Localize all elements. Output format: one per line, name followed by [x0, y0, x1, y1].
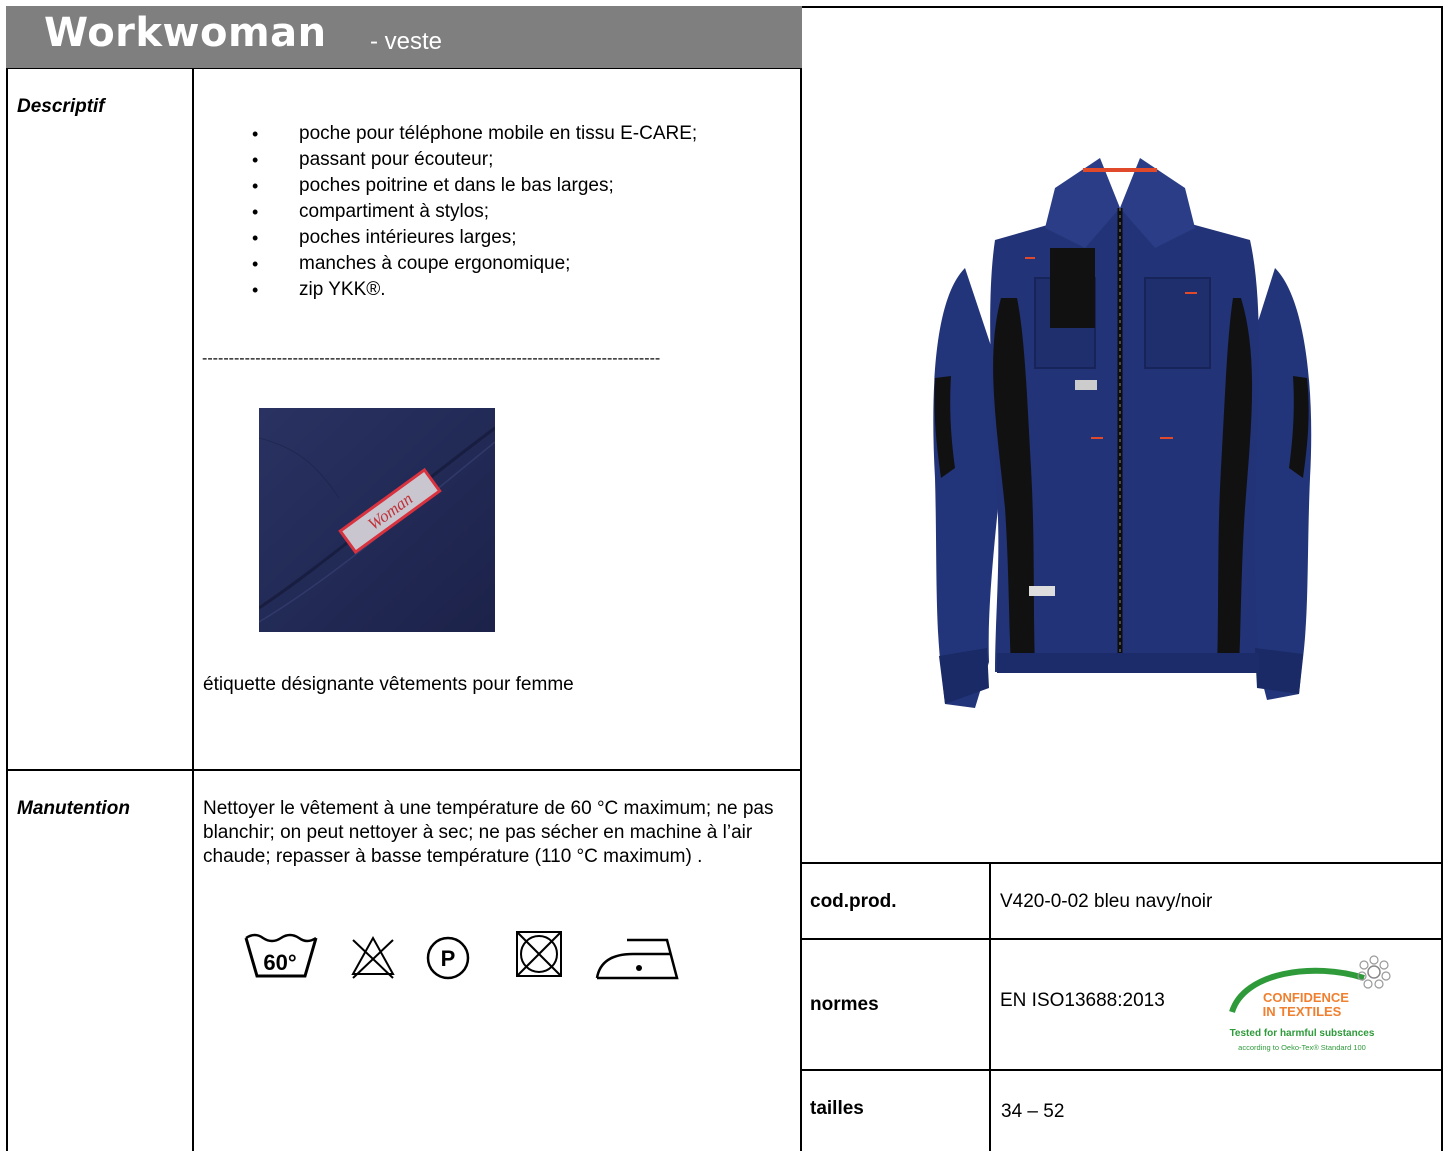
- oeko-line2: IN TEXTILES: [1263, 1004, 1342, 1019]
- page-subtitle: - veste: [370, 28, 443, 55]
- sizes-value: 34 – 52: [1001, 1101, 1065, 1122]
- care-instructions: Nettoyer le vêtement à une température d…: [203, 798, 774, 867]
- no-tumble-dry-icon: [516, 931, 562, 977]
- feature-item: poche pour téléphone mobile en tissu E-C…: [252, 121, 697, 147]
- product-code-label: cod.prod.: [810, 891, 897, 912]
- care-symbols: 60° P: [243, 928, 683, 984]
- oeko-line1: CONFIDENCE: [1263, 990, 1349, 1005]
- page-title: Workwoman: [44, 10, 327, 56]
- oeko-line3: Tested for harmful substances: [1230, 1028, 1375, 1039]
- description-label: Descriptif: [17, 96, 105, 117]
- oeko-tex-logo: CONFIDENCE IN TEXTILES Tested for harmfu…: [1214, 952, 1408, 1063]
- feature-item: compartiment à stylos;: [252, 199, 697, 225]
- table-border-right: [1441, 6, 1443, 1151]
- table-border-left: [6, 6, 8, 1151]
- dryclean-letter: P: [441, 946, 456, 971]
- spec-divider-3: [800, 1069, 1443, 1071]
- feature-item: manches à coupe ergonomique;: [252, 251, 697, 277]
- dashed-separator: ----------------------------------------…: [202, 350, 661, 367]
- oeko-line4: according to Oeko-Tex® Standard 100: [1238, 1043, 1366, 1052]
- norms-label: normes: [810, 994, 879, 1015]
- woman-label-illustration: Woman: [259, 408, 495, 632]
- row-divider-care: [6, 769, 802, 771]
- wash-temp-text: 60°: [263, 950, 296, 975]
- norms-value: EN ISO13688:2013: [1000, 990, 1165, 1011]
- sizes-label: tailles: [810, 1098, 864, 1119]
- spec-column-divider: [989, 862, 991, 1151]
- feature-item: poches poitrine et dans le bas larges;: [252, 173, 697, 199]
- product-code-value: V420-0-02 bleu navy/noir: [1000, 891, 1213, 912]
- spec-divider-top: [800, 862, 1443, 864]
- feature-item: passant pour écouteur;: [252, 147, 697, 173]
- jacket-illustration: [933, 158, 1312, 708]
- jacket-photo: [905, 148, 1335, 738]
- feature-item: poches intérieures larges;: [252, 225, 697, 251]
- spec-divider-2: [800, 938, 1443, 940]
- label-caption: étiquette désignante vêtements pour femm…: [203, 674, 574, 695]
- column-divider-middle: [800, 6, 802, 1151]
- care-label: Manutention: [17, 798, 130, 819]
- no-bleach-icon: [351, 935, 395, 979]
- woman-label-photo: Woman: [259, 408, 495, 632]
- feature-item: zip YKK®.: [252, 277, 697, 303]
- dry-clean-p-icon: P: [426, 936, 470, 980]
- feature-list: poche pour téléphone mobile en tissu E-C…: [252, 121, 697, 303]
- column-divider-left: [192, 67, 194, 1151]
- flower-icon: [1357, 955, 1391, 989]
- wash-60-icon: 60°: [244, 933, 318, 978]
- iron-low-icon: [595, 938, 679, 980]
